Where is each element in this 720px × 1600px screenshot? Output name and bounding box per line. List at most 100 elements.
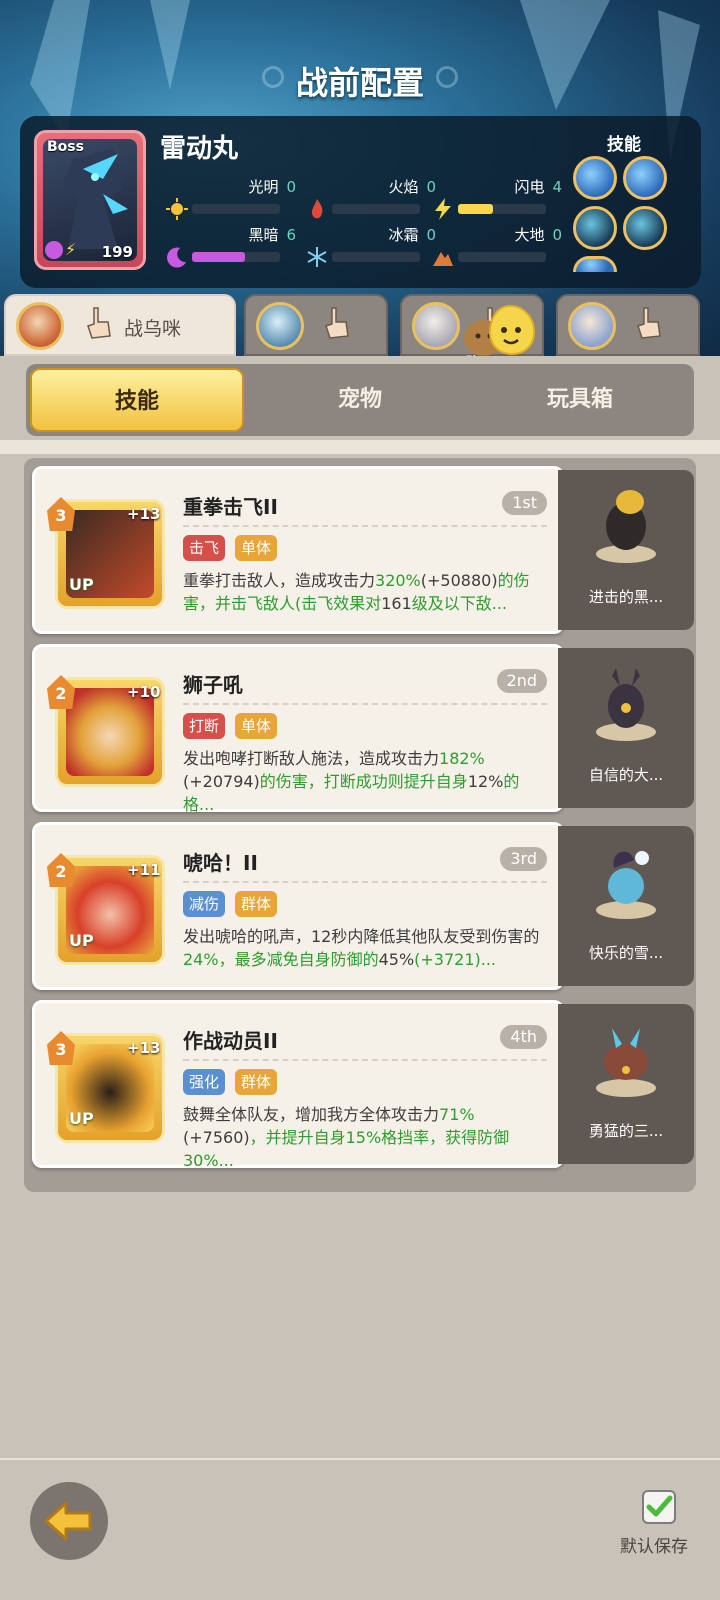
element-label: 冰霜 bbox=[388, 226, 419, 244]
skill-card[interactable]: 2 +11 UP 唬哈！II 3rd 减伤 群体 发出唬哈的吼声，12秒内降低其… bbox=[32, 822, 564, 990]
pet-slot[interactable]: 快乐的雪... bbox=[558, 826, 694, 986]
default-save-label[interactable]: 默认保存 bbox=[620, 1532, 688, 1557]
desc-highlight: ... bbox=[218, 1151, 234, 1170]
skill-description: 鼓舞全体队友，增加我方全体攻击力71%(+7560)，并提升自身15%格挡率，获… bbox=[183, 1103, 549, 1173]
desc-text: 鼓舞全体队友，增加我方全体攻击力 bbox=[183, 1105, 440, 1124]
skill-plus-level: +11 bbox=[127, 861, 161, 879]
tab-bar: 技能 宠物 玩具箱 bbox=[26, 364, 694, 436]
skill-tag: 单体 bbox=[235, 713, 278, 739]
skill-row[interactable]: 2 +10 狮子吼 2nd 打断 单体 发出咆哮打断敌人施法，造成攻击力182%… bbox=[24, 644, 696, 820]
boss-info-panel: Boss ⚡ 199 雷动丸 光明 0 火焰 0 闪电 4 黑暗 6 冰霜0 bbox=[20, 116, 701, 288]
skill-name: 唬哈！II bbox=[183, 851, 258, 875]
desc-text: (+20794) bbox=[183, 772, 260, 791]
lightning-icon: ⚡ bbox=[65, 240, 77, 259]
skill-row[interactable]: 3 +13 UP 重拳击飞II 1st 击飞 单体 重拳打击敌人，造成攻击力32… bbox=[24, 466, 696, 642]
skill-row[interactable]: 2 +11 UP 唬哈！II 3rd 减伤 群体 发出唬哈的吼声，12秒内降低其… bbox=[24, 822, 696, 998]
element-value: 4 bbox=[552, 178, 562, 196]
paper-divider bbox=[0, 440, 720, 454]
pet-name: 快乐的雪... bbox=[588, 944, 664, 962]
character-avatar bbox=[568, 302, 616, 350]
config-panel: 技能 宠物 玩具箱 3 +13 UP 重拳击飞II 1st 击飞 单体 重拳打击… bbox=[0, 356, 720, 1456]
desc-text: 发出唬哈的吼声，12秒内降低其他队友受到伤害的 bbox=[183, 927, 540, 946]
desc-highlight: ，最多减免自身防御的 bbox=[218, 950, 379, 969]
skill-tag: 击飞 bbox=[183, 535, 226, 561]
skill-rank: 2nd bbox=[496, 669, 547, 693]
skill-up-badge: UP bbox=[69, 575, 94, 594]
skill-rank: 4th bbox=[500, 1025, 547, 1049]
skill-card[interactable]: 3 +13 UP 重拳击飞II 1st 击飞 单体 重拳打击敌人，造成攻击力32… bbox=[32, 466, 564, 634]
boss-skill-icon[interactable] bbox=[623, 156, 667, 200]
character-tab-2[interactable] bbox=[244, 294, 388, 356]
skill-name: 重拳击飞II bbox=[183, 495, 278, 519]
element-value: 6 bbox=[286, 226, 296, 244]
default-save-checkbox[interactable] bbox=[642, 1490, 676, 1524]
page-title: 战前配置 bbox=[295, 64, 424, 102]
tap-hand-icon bbox=[325, 307, 349, 339]
tap-hand-icon bbox=[637, 307, 661, 339]
skill-row[interactable]: 3 +13 UP 作战动员II 4th 强化 群体 鼓舞全体队友，增加我方全体攻… bbox=[24, 1000, 696, 1176]
footer-bar: 默认保存 bbox=[0, 1458, 720, 1600]
character-tab-1[interactable]: 战乌咪 bbox=[4, 294, 236, 356]
skill-description: 发出唬哈的吼声，12秒内降低其他队友受到伤害的 24%，最多减免自身防御的45%(… bbox=[183, 925, 549, 995]
checkmark-icon bbox=[646, 1495, 673, 1517]
element-label: 闪电 bbox=[514, 178, 545, 196]
desc-text: 发出咆哮打断敌人施法，造成攻击力 bbox=[183, 749, 440, 768]
pet-name: 勇猛的三... bbox=[588, 1122, 664, 1140]
tab-pets[interactable]: 宠物 bbox=[250, 364, 470, 436]
element-bar bbox=[458, 252, 546, 262]
skill-description: 重拳打击敌人，造成攻击力320%(+50880)的伤害，并击飞敌人(击飞效果对1… bbox=[183, 569, 549, 639]
pet-figure bbox=[596, 490, 656, 563]
mountain-icon bbox=[433, 252, 453, 266]
skill-tag: 强化 bbox=[183, 1069, 226, 1095]
desc-text: (+7560) bbox=[183, 1128, 250, 1147]
boss-skill-icon[interactable] bbox=[573, 156, 617, 200]
pet-slot[interactable]: 自信的大... bbox=[558, 648, 694, 808]
skill-name: 狮子吼 bbox=[183, 673, 243, 697]
tab-toybox[interactable]: 玩具箱 bbox=[470, 364, 690, 436]
pet-slot[interactable]: 进击的黑... bbox=[558, 470, 694, 630]
element-frost: 冰霜 0 bbox=[306, 224, 436, 280]
skill-tag: 单体 bbox=[235, 535, 278, 561]
pet-slot[interactable]: 勇猛的三... bbox=[558, 1004, 694, 1164]
skill-name: 作战动员II bbox=[183, 1029, 278, 1053]
desc-highlight: 71% bbox=[439, 1105, 475, 1124]
element-bar bbox=[192, 252, 280, 262]
element-bar bbox=[192, 204, 280, 214]
back-arrow-icon bbox=[44, 1501, 92, 1541]
boss-skill-icon[interactable] bbox=[573, 206, 617, 250]
character-name: 战乌咪 bbox=[124, 318, 182, 340]
skill-tag: 群体 bbox=[235, 1069, 278, 1095]
divider bbox=[183, 1059, 547, 1061]
skill-card[interactable]: 2 +10 狮子吼 2nd 打断 单体 发出咆哮打断敌人施法，造成攻击力182%… bbox=[32, 644, 564, 814]
skill-up-badge: UP bbox=[69, 931, 94, 950]
character-tab-4[interactable] bbox=[556, 294, 700, 356]
desc-highlight: 182% bbox=[439, 749, 485, 768]
skill-card[interactable]: 3 +13 UP 作战动员II 4th 强化 群体 鼓舞全体队友，增加我方全体攻… bbox=[32, 1000, 564, 1170]
tab-skills[interactable]: 技能 bbox=[30, 368, 244, 432]
boss-skill-icon[interactable] bbox=[573, 256, 617, 272]
element-value: 0 bbox=[286, 178, 296, 196]
pet-figure bbox=[596, 668, 656, 741]
desc-highlight: 320% bbox=[375, 571, 421, 590]
boss-skill-icon[interactable] bbox=[623, 206, 667, 250]
pet-name: 自信的大... bbox=[588, 766, 664, 784]
desc-highlight: 级及以下敌... bbox=[411, 594, 508, 613]
skill-rank: 3rd bbox=[500, 847, 547, 871]
pet-figure bbox=[596, 1028, 656, 1097]
element-label: 黑暗 bbox=[248, 226, 279, 244]
boss-portrait[interactable]: Boss ⚡ 199 bbox=[34, 130, 146, 270]
boss-skills-label: 技能 bbox=[607, 135, 641, 155]
element-label: 火焰 bbox=[388, 178, 419, 196]
skill-tag: 群体 bbox=[235, 891, 278, 917]
skill-tag: 减伤 bbox=[183, 891, 226, 917]
element-label: 大地 bbox=[514, 226, 545, 244]
skill-plus-level: +13 bbox=[127, 505, 161, 523]
character-avatar bbox=[256, 302, 304, 350]
back-button[interactable] bbox=[30, 1482, 108, 1560]
character-avatar bbox=[16, 302, 64, 350]
character-avatar bbox=[412, 302, 460, 350]
skill-plus-level: +13 bbox=[127, 1039, 161, 1057]
divider bbox=[183, 525, 547, 527]
desc-text: 161 bbox=[381, 594, 412, 613]
desc-text: 45% bbox=[378, 950, 415, 969]
